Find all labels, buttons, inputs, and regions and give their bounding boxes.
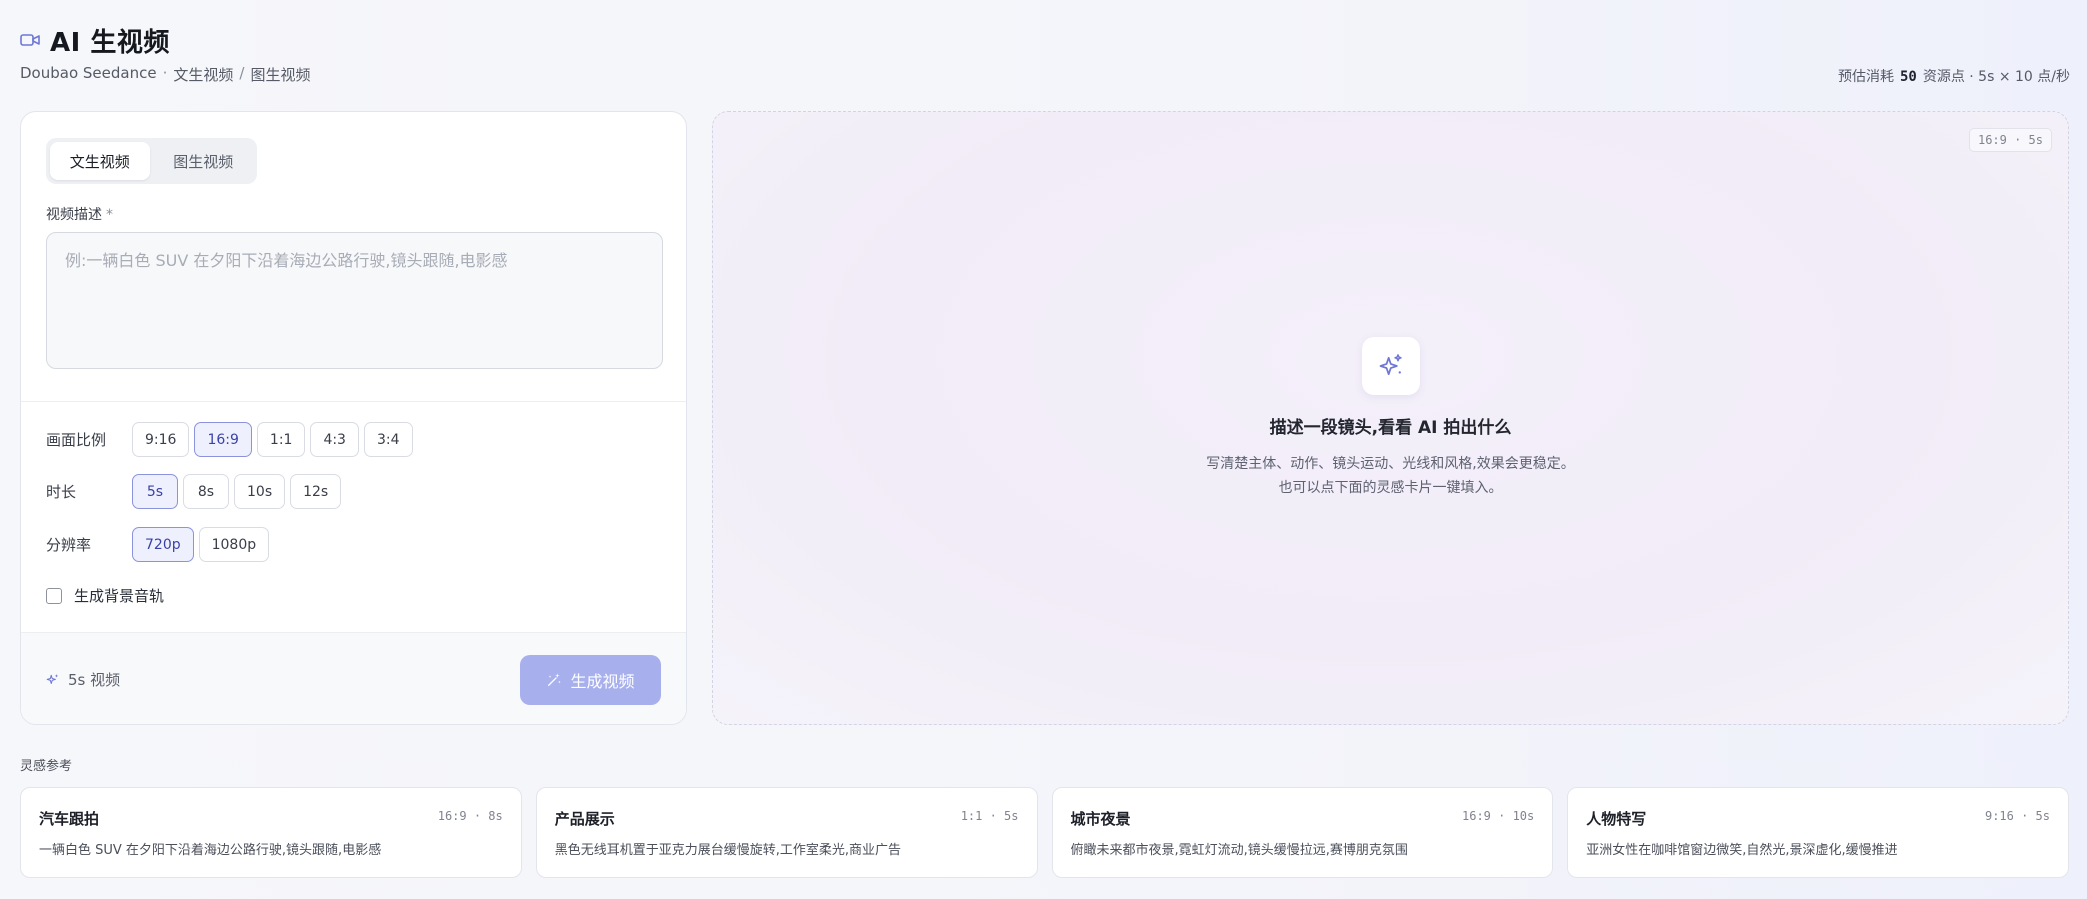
- aspect-option-4-3[interactable]: 4:3: [310, 422, 359, 457]
- tab-text-to-video[interactable]: 文生视频: [50, 142, 150, 180]
- sparkles-icon: [46, 673, 59, 684]
- aspect-option-1-1[interactable]: 1:1: [256, 422, 306, 457]
- divider: [21, 401, 686, 402]
- duration-option-12s[interactable]: 12s: [290, 474, 342, 509]
- aspect-ratio-row: 画面比例 9:16 16:9 1:1 4:3 3:4: [46, 422, 413, 457]
- cost-prefix: 预估消耗: [1837, 69, 1894, 85]
- sparkles-icon: [1379, 354, 1402, 376]
- card-title: 汽车跟拍: [39, 810, 100, 828]
- card-meta: 16:9 · 8s: [437, 809, 503, 823]
- duration-option-8s[interactable]: 8s: [183, 474, 229, 509]
- resolution-option-1080p[interactable]: 1080p: [198, 527, 270, 562]
- card-description: 黑色无线耳机置于亚克力展台缓慢旋转,工作室柔光,商业广告: [554, 843, 902, 858]
- card-meta: 1:1 · 5s: [960, 809, 1019, 823]
- inspiration-cards: 汽车跟拍 16:9 · 8s 一辆白色 SUV 在夕阳下沿着海边公路行驶,镜头跟…: [20, 787, 2069, 878]
- breadcrumb: Doubao Seedance · 文生视频 / 图生视频: [20, 64, 310, 85]
- duration-label: 时长: [46, 483, 77, 501]
- bgm-checkbox[interactable]: [46, 587, 62, 604]
- video-camera-icon: [20, 34, 40, 46]
- empty-state-title: 描述一段镜头,看看 AI 拍出什么: [1269, 418, 1512, 438]
- bgm-row: 生成背景音轨: [46, 585, 164, 606]
- prompt-label: 视频描述 *: [46, 204, 113, 224]
- duration-option-10s[interactable]: 10s: [234, 474, 286, 509]
- generation-form: 文生视频 图生视频 视频描述* 画面比例 9:16 16:9 1:1 4:3 3…: [20, 111, 687, 725]
- generate-video-button[interactable]: 生成视频: [520, 655, 661, 705]
- breadcrumb-slash: /: [239, 64, 245, 82]
- aspect-option-3-4[interactable]: 3:4: [363, 422, 413, 457]
- card-description: 俯瞰未来都市夜景,霓虹灯流动,镜头缓慢拉远,赛博朋克氛围: [1070, 843, 1408, 858]
- breadcrumb-item-image-to-video[interactable]: 图生视频: [250, 64, 310, 85]
- prompt-label-text: 视频描述: [46, 207, 102, 223]
- cost-points: 50: [1899, 69, 1917, 85]
- breadcrumb-dot: ·: [162, 64, 168, 82]
- mode-tabs: 文生视频 图生视频: [46, 138, 257, 184]
- required-mark: *: [106, 207, 113, 223]
- video-preview-area: 16:9 · 5s 描述一段镜头,看看 AI 拍出什么 写清楚主体、动作、镜头运…: [712, 111, 2069, 725]
- card-meta: 9:16 · 5s: [1984, 809, 2050, 823]
- card-title: 人物特写: [1586, 810, 1647, 828]
- preview-ratio-tag: 16:9 · 5s: [1968, 128, 2052, 152]
- empty-state-desc-line1: 写清楚主体、动作、镜头运动、光线和风格,效果会更稳定。: [1206, 456, 1575, 472]
- tab-image-to-video[interactable]: 图生视频: [154, 142, 254, 180]
- inspiration-card[interactable]: 汽车跟拍 16:9 · 8s 一辆白色 SUV 在夕阳下沿着海边公路行驶,镜头跟…: [20, 787, 522, 878]
- inspiration-label: 灵感参考: [20, 759, 73, 774]
- empty-state-description: 写清楚主体、动作、镜头运动、光线和风格,效果会更稳定。 也可以点下面的灵感卡片一…: [713, 452, 2068, 500]
- prompt-input[interactable]: [46, 232, 663, 369]
- footer-duration-text: 5s 视频: [68, 671, 121, 689]
- inspiration-card[interactable]: 城市夜景 16:9 · 10s 俯瞰未来都市夜景,霓虹灯流动,镜头缓慢拉远,赛博…: [1051, 787, 1554, 878]
- inspiration-card[interactable]: 产品展示 1:1 · 5s 黑色无线耳机置于亚克力展台缓慢旋转,工作室柔光,商业…: [535, 787, 1038, 878]
- duration-row: 时长 5s 8s 10s 12s: [46, 474, 342, 509]
- resolution-label: 分辨率: [46, 536, 92, 554]
- inspiration-card[interactable]: 人物特写 9:16 · 5s 亚洲女性在咖啡馆窗边微笑,自然光,景深虚化,缓慢推…: [1567, 787, 2069, 878]
- card-description: 亚洲女性在咖啡馆窗边微笑,自然光,景深虚化,缓慢推进: [1586, 843, 1898, 858]
- magic-wand-icon: [548, 673, 562, 686]
- card-title: 城市夜景: [1070, 810, 1131, 828]
- cost-estimate: 预估消耗 50 资源点 · 5s × 10 点/秒: [1838, 66, 2070, 86]
- cost-suffix: 资源点 · 5s × 10 点/秒: [1922, 69, 2070, 85]
- card-title: 产品展示: [554, 810, 615, 828]
- empty-state-icon-box: [1362, 337, 1420, 395]
- card-description: 一辆白色 SUV 在夕阳下沿着海边公路行驶,镜头跟随,电影感: [39, 843, 382, 858]
- aspect-option-16-9[interactable]: 16:9: [194, 422, 252, 457]
- bgm-label[interactable]: 生成背景音轨: [74, 585, 164, 606]
- resolution-row: 分辨率 720p 1080p: [46, 527, 270, 562]
- empty-state-desc-line2: 也可以点下面的灵感卡片一键填入。: [1278, 480, 1503, 496]
- page-header: AI 生视频 Doubao Seedance · 文生视频 / 图生视频 预估消…: [20, 22, 2070, 92]
- duration-option-5s[interactable]: 5s: [132, 474, 178, 509]
- aspect-ratio-label: 画面比例: [46, 431, 107, 449]
- aspect-option-9-16[interactable]: 9:16: [132, 422, 190, 457]
- form-footer: 5s 视频 生成视频: [21, 632, 686, 724]
- breadcrumb-item-text-to-video[interactable]: 文生视频: [173, 64, 233, 85]
- resolution-option-720p[interactable]: 720p: [132, 527, 194, 562]
- card-meta: 16:9 · 10s: [1462, 809, 1535, 823]
- breadcrumb-model: Doubao Seedance: [20, 64, 157, 82]
- page-title: AI 生视频: [50, 27, 170, 58]
- footer-info: 5s 视频: [46, 669, 120, 690]
- generate-video-label: 生成视频: [570, 672, 635, 691]
